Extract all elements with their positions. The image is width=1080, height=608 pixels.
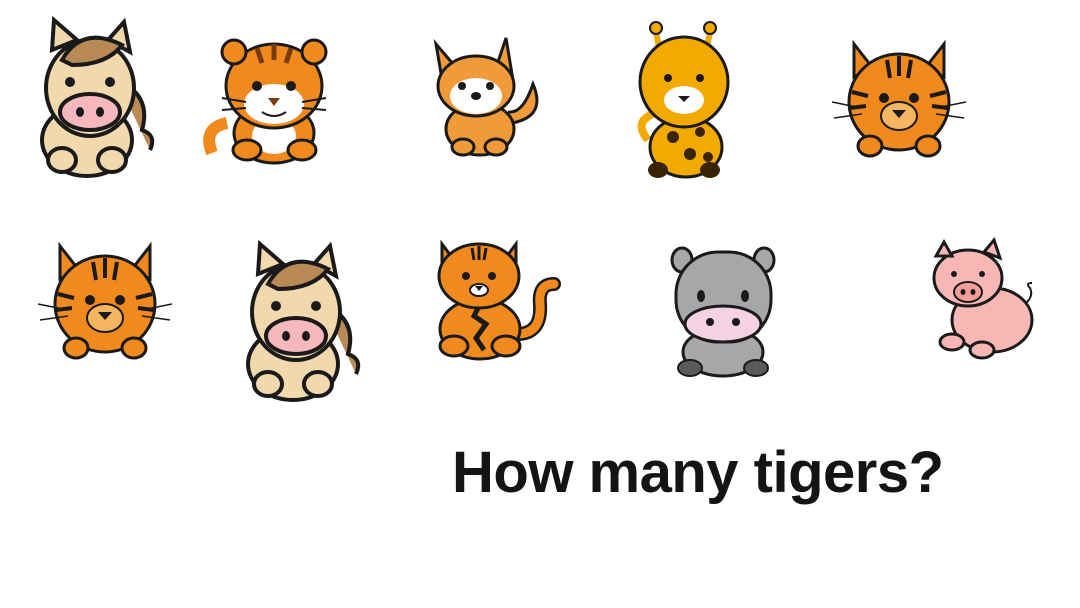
tiger-icon <box>37 234 178 364</box>
tiger-icon <box>831 32 972 162</box>
tiger-icon <box>432 234 562 364</box>
horse-icon <box>22 10 157 180</box>
fox-icon <box>428 34 548 159</box>
giraffe-icon <box>628 12 738 182</box>
tiger-icon <box>202 28 342 168</box>
question-text: How many tigers? <box>452 440 944 505</box>
horse-icon <box>228 234 363 404</box>
rhino-icon <box>668 244 783 379</box>
pig-icon <box>930 236 1055 363</box>
